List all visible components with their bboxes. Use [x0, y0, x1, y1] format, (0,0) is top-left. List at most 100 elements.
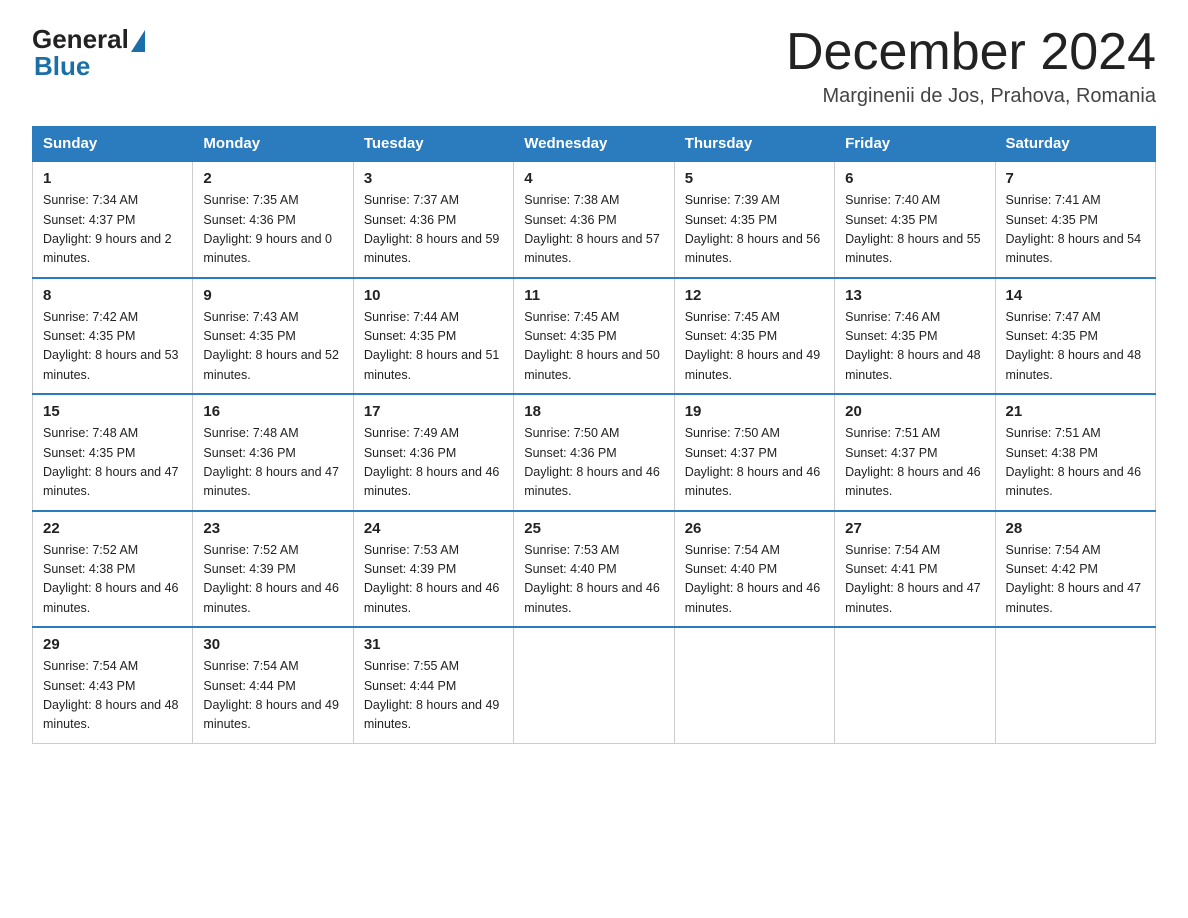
day-number: 5: [685, 170, 824, 187]
calendar-cell: 30 Sunrise: 7:54 AMSunset: 4:44 PMDaylig…: [193, 627, 353, 743]
calendar-cell: 10 Sunrise: 7:44 AMSunset: 4:35 PMDaylig…: [353, 278, 513, 395]
day-info: Sunrise: 7:52 AMSunset: 4:39 PMDaylight:…: [203, 543, 339, 615]
day-number: 19: [685, 403, 824, 420]
calendar-cell: 29 Sunrise: 7:54 AMSunset: 4:43 PMDaylig…: [33, 627, 193, 743]
calendar-table: SundayMondayTuesdayWednesdayThursdayFrid…: [32, 126, 1156, 744]
day-info: Sunrise: 7:42 AMSunset: 4:35 PMDaylight:…: [43, 310, 179, 382]
day-info: Sunrise: 7:50 AMSunset: 4:37 PMDaylight:…: [685, 426, 821, 498]
day-number: 27: [845, 520, 984, 537]
calendar-cell: [995, 627, 1155, 743]
page-header: General Blue December 2024 Marginenii de…: [32, 24, 1156, 108]
col-header-sunday: Sunday: [33, 127, 193, 162]
day-info: Sunrise: 7:45 AMSunset: 4:35 PMDaylight:…: [524, 310, 660, 382]
day-number: 1: [43, 170, 182, 187]
col-header-thursday: Thursday: [674, 127, 834, 162]
day-info: Sunrise: 7:54 AMSunset: 4:44 PMDaylight:…: [203, 659, 339, 731]
calendar-cell: 25 Sunrise: 7:53 AMSunset: 4:40 PMDaylig…: [514, 511, 674, 628]
day-info: Sunrise: 7:53 AMSunset: 4:39 PMDaylight:…: [364, 543, 500, 615]
day-number: 20: [845, 403, 984, 420]
day-number: 24: [364, 520, 503, 537]
day-number: 31: [364, 636, 503, 653]
calendar-header: SundayMondayTuesdayWednesdayThursdayFrid…: [33, 127, 1156, 162]
calendar-cell: 11 Sunrise: 7:45 AMSunset: 4:35 PMDaylig…: [514, 278, 674, 395]
day-number: 2: [203, 170, 342, 187]
col-header-tuesday: Tuesday: [353, 127, 513, 162]
day-info: Sunrise: 7:41 AMSunset: 4:35 PMDaylight:…: [1006, 193, 1142, 265]
day-info: Sunrise: 7:35 AMSunset: 4:36 PMDaylight:…: [203, 193, 332, 265]
day-number: 22: [43, 520, 182, 537]
day-number: 21: [1006, 403, 1145, 420]
logo-blue-text: Blue: [34, 51, 90, 82]
calendar-cell: 7 Sunrise: 7:41 AMSunset: 4:35 PMDayligh…: [995, 161, 1155, 278]
calendar-cell: 27 Sunrise: 7:54 AMSunset: 4:41 PMDaylig…: [835, 511, 995, 628]
day-number: 7: [1006, 170, 1145, 187]
calendar-week-row: 1 Sunrise: 7:34 AMSunset: 4:37 PMDayligh…: [33, 161, 1156, 278]
day-info: Sunrise: 7:34 AMSunset: 4:37 PMDaylight:…: [43, 193, 172, 265]
calendar-cell: 13 Sunrise: 7:46 AMSunset: 4:35 PMDaylig…: [835, 278, 995, 395]
day-number: 29: [43, 636, 182, 653]
day-info: Sunrise: 7:45 AMSunset: 4:35 PMDaylight:…: [685, 310, 821, 382]
day-info: Sunrise: 7:50 AMSunset: 4:36 PMDaylight:…: [524, 426, 660, 498]
day-number: 6: [845, 170, 984, 187]
day-info: Sunrise: 7:51 AMSunset: 4:38 PMDaylight:…: [1006, 426, 1142, 498]
title-block: December 2024 Marginenii de Jos, Prahova…: [786, 24, 1156, 108]
calendar-cell: 31 Sunrise: 7:55 AMSunset: 4:44 PMDaylig…: [353, 627, 513, 743]
day-number: 12: [685, 287, 824, 304]
calendar-cell: 14 Sunrise: 7:47 AMSunset: 4:35 PMDaylig…: [995, 278, 1155, 395]
calendar-cell: 1 Sunrise: 7:34 AMSunset: 4:37 PMDayligh…: [33, 161, 193, 278]
logo-triangle-icon: [131, 30, 145, 52]
calendar-cell: 9 Sunrise: 7:43 AMSunset: 4:35 PMDayligh…: [193, 278, 353, 395]
calendar-cell: 12 Sunrise: 7:45 AMSunset: 4:35 PMDaylig…: [674, 278, 834, 395]
calendar-cell: 26 Sunrise: 7:54 AMSunset: 4:40 PMDaylig…: [674, 511, 834, 628]
day-info: Sunrise: 7:49 AMSunset: 4:36 PMDaylight:…: [364, 426, 500, 498]
day-number: 28: [1006, 520, 1145, 537]
calendar-cell: 22 Sunrise: 7:52 AMSunset: 4:38 PMDaylig…: [33, 511, 193, 628]
calendar-cell: 6 Sunrise: 7:40 AMSunset: 4:35 PMDayligh…: [835, 161, 995, 278]
day-info: Sunrise: 7:48 AMSunset: 4:35 PMDaylight:…: [43, 426, 179, 498]
day-info: Sunrise: 7:54 AMSunset: 4:40 PMDaylight:…: [685, 543, 821, 615]
day-number: 17: [364, 403, 503, 420]
day-number: 9: [203, 287, 342, 304]
logo: General Blue: [32, 24, 145, 82]
day-number: 8: [43, 287, 182, 304]
calendar-cell: 19 Sunrise: 7:50 AMSunset: 4:37 PMDaylig…: [674, 394, 834, 511]
calendar-cell: 17 Sunrise: 7:49 AMSunset: 4:36 PMDaylig…: [353, 394, 513, 511]
day-info: Sunrise: 7:55 AMSunset: 4:44 PMDaylight:…: [364, 659, 500, 731]
calendar-week-row: 22 Sunrise: 7:52 AMSunset: 4:38 PMDaylig…: [33, 511, 1156, 628]
col-header-friday: Friday: [835, 127, 995, 162]
calendar-cell: 8 Sunrise: 7:42 AMSunset: 4:35 PMDayligh…: [33, 278, 193, 395]
day-number: 10: [364, 287, 503, 304]
day-info: Sunrise: 7:54 AMSunset: 4:41 PMDaylight:…: [845, 543, 981, 615]
day-number: 25: [524, 520, 663, 537]
day-number: 30: [203, 636, 342, 653]
month-title: December 2024: [786, 24, 1156, 81]
day-info: Sunrise: 7:37 AMSunset: 4:36 PMDaylight:…: [364, 193, 500, 265]
calendar-cell: 21 Sunrise: 7:51 AMSunset: 4:38 PMDaylig…: [995, 394, 1155, 511]
day-info: Sunrise: 7:48 AMSunset: 4:36 PMDaylight:…: [203, 426, 339, 498]
calendar-cell: 16 Sunrise: 7:48 AMSunset: 4:36 PMDaylig…: [193, 394, 353, 511]
day-number: 4: [524, 170, 663, 187]
day-info: Sunrise: 7:54 AMSunset: 4:43 PMDaylight:…: [43, 659, 179, 731]
calendar-week-row: 15 Sunrise: 7:48 AMSunset: 4:35 PMDaylig…: [33, 394, 1156, 511]
day-info: Sunrise: 7:46 AMSunset: 4:35 PMDaylight:…: [845, 310, 981, 382]
calendar-cell: [674, 627, 834, 743]
calendar-body: 1 Sunrise: 7:34 AMSunset: 4:37 PMDayligh…: [33, 161, 1156, 743]
calendar-cell: [835, 627, 995, 743]
location: Marginenii de Jos, Prahova, Romania: [786, 85, 1156, 108]
day-number: 11: [524, 287, 663, 304]
calendar-cell: 15 Sunrise: 7:48 AMSunset: 4:35 PMDaylig…: [33, 394, 193, 511]
day-number: 26: [685, 520, 824, 537]
calendar-cell: 3 Sunrise: 7:37 AMSunset: 4:36 PMDayligh…: [353, 161, 513, 278]
calendar-cell: 28 Sunrise: 7:54 AMSunset: 4:42 PMDaylig…: [995, 511, 1155, 628]
day-number: 14: [1006, 287, 1145, 304]
day-info: Sunrise: 7:47 AMSunset: 4:35 PMDaylight:…: [1006, 310, 1142, 382]
day-number: 23: [203, 520, 342, 537]
calendar-cell: 5 Sunrise: 7:39 AMSunset: 4:35 PMDayligh…: [674, 161, 834, 278]
day-number: 3: [364, 170, 503, 187]
calendar-cell: 23 Sunrise: 7:52 AMSunset: 4:39 PMDaylig…: [193, 511, 353, 628]
day-info: Sunrise: 7:44 AMSunset: 4:35 PMDaylight:…: [364, 310, 500, 382]
day-info: Sunrise: 7:52 AMSunset: 4:38 PMDaylight:…: [43, 543, 179, 615]
day-number: 16: [203, 403, 342, 420]
day-info: Sunrise: 7:40 AMSunset: 4:35 PMDaylight:…: [845, 193, 981, 265]
calendar-cell: [514, 627, 674, 743]
